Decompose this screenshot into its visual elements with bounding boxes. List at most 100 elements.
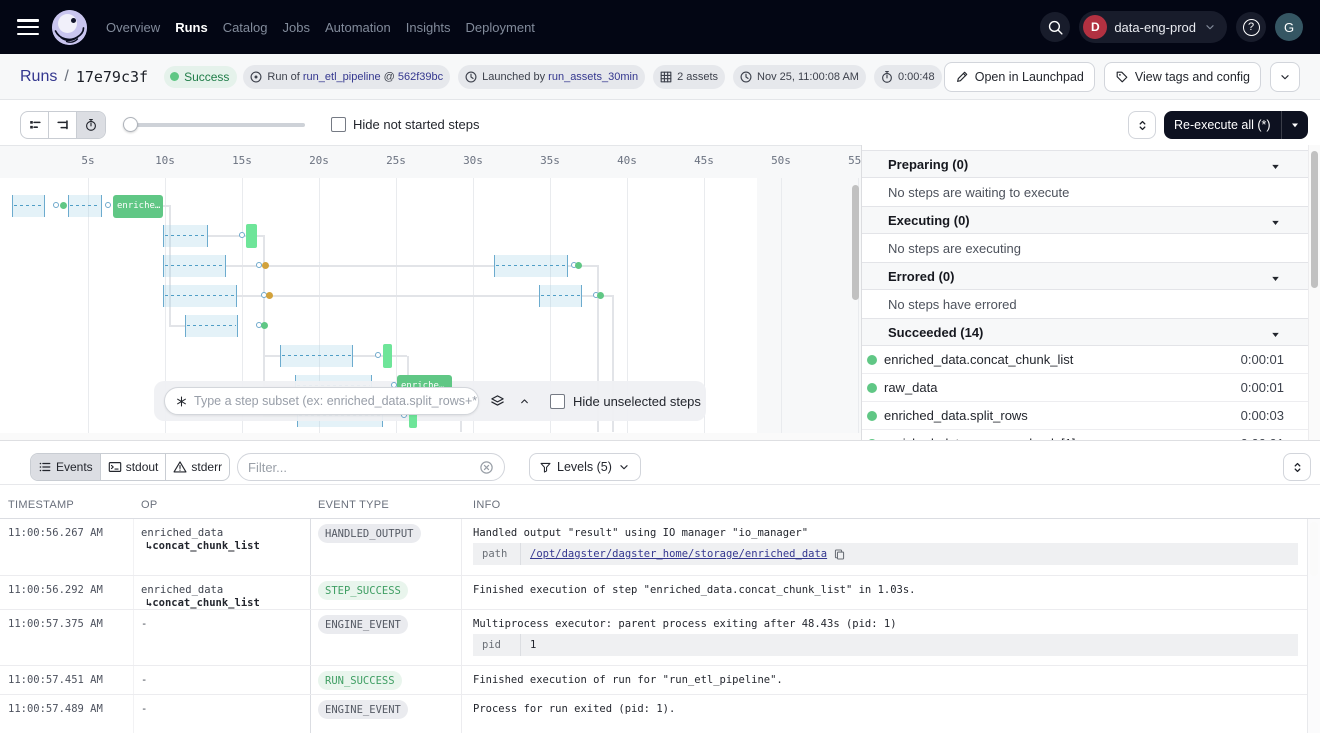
step-section-header[interactable]: Executing (0)	[862, 206, 1308, 234]
log-timestamp: 11:00:57.375 AM	[8, 618, 103, 630]
gantt-step-pending-box[interactable]	[68, 195, 102, 217]
log-scrollbar[interactable]	[1310, 522, 1318, 576]
help-button[interactable]: ?	[1236, 12, 1266, 42]
nested-list-icon	[56, 118, 70, 132]
log-row[interactable]: 11:00:56.292 AMenriched_data↳concat_chun…	[0, 576, 1320, 610]
nav-item-deployment[interactable]: Deployment	[466, 16, 535, 39]
gantt-step-pending-box[interactable]	[12, 195, 45, 217]
gantt-step-pending-box[interactable]	[163, 285, 237, 307]
gantt-time-axis: 5s10s15s20s25s30s35s40s45s50s55s	[0, 145, 862, 178]
nav-item-runs[interactable]: Runs	[175, 16, 208, 39]
gantt-scrollbar[interactable]	[852, 185, 859, 300]
step-name: raw_data	[884, 380, 937, 395]
log-tab-stderr[interactable]: stderr	[166, 454, 229, 480]
log-row[interactable]: 11:00:56.267 AMenriched_data↳concat_chun…	[0, 519, 1320, 576]
axis-tick-label: 40s	[617, 154, 637, 167]
log-info: Finished execution of run for "run_etl_p…	[473, 674, 783, 686]
nav-items: Overview Runs Catalog Jobs Automation Insight…	[106, 16, 535, 39]
workspace-avatar: D	[1083, 15, 1107, 39]
step-row[interactable]: enriched_data.split_rows0:00:03	[862, 402, 1308, 430]
nav-item-jobs[interactable]: Jobs	[283, 16, 310, 39]
gantt-view-switcher	[20, 111, 106, 139]
search-button[interactable]	[1040, 12, 1070, 42]
step-row[interactable]: enriched_data.process_chunk [1]0:00:01	[862, 430, 1308, 440]
gantt-connector-line	[169, 325, 185, 327]
log-filter-input[interactable]: Filter...	[237, 453, 505, 481]
re-execute-menu-button[interactable]	[1282, 119, 1308, 131]
gantt-step-pending-box[interactable]	[163, 255, 226, 277]
step-section-header[interactable]: Succeeded (14)	[862, 318, 1308, 346]
hide-unselected-checkbox[interactable]	[550, 394, 565, 409]
dagster-logo-icon[interactable]	[52, 10, 87, 45]
chevron-up-icon[interactable]	[518, 395, 531, 408]
log-event-type-badge: RUN_SUCCESS	[318, 671, 402, 690]
view-tags-config-button[interactable]: View tags and config	[1104, 62, 1261, 92]
log-timestamp: 11:00:57.451 AM	[8, 674, 103, 686]
breadcrumb-runs-link[interactable]: Runs	[20, 68, 57, 86]
hide-not-started-checkbox[interactable]	[331, 117, 346, 132]
re-execute-button[interactable]: Re-execute all (*)	[1164, 111, 1308, 139]
nav-item-automation[interactable]: Automation	[325, 16, 391, 39]
step-row[interactable]: raw_data0:00:01	[862, 374, 1308, 402]
tag-link[interactable]: run_etl_pipeline	[303, 71, 381, 83]
step-row[interactable]: enriched_data.concat_chunk_list0:00:01	[862, 346, 1308, 374]
step-panel-scrollbar[interactable]	[1311, 151, 1318, 288]
gantt-step-pending-box[interactable]	[494, 255, 568, 277]
gantt-step-pending-box[interactable]	[280, 345, 353, 367]
gantt-step-pending-box[interactable]	[539, 285, 582, 307]
search-icon	[1047, 19, 1064, 36]
nav-item-overview[interactable]: Overview	[106, 16, 160, 39]
gantt-step-bar[interactable]	[246, 224, 257, 248]
view-flat-button[interactable]	[21, 112, 49, 138]
log-info: Handled output "result" using IO manager…	[473, 527, 808, 539]
view-waterfall-button[interactable]	[77, 112, 105, 138]
tag-link[interactable]: run_assets_30min	[548, 71, 638, 83]
axis-tick-label: 45s	[694, 154, 714, 167]
log-op: enriched_data	[141, 584, 223, 596]
expand-collapse-button[interactable]	[1128, 111, 1156, 139]
tag-link[interactable]: 562f39bc	[398, 71, 443, 83]
run-tag: Nov 25, 11:00:08 AM	[733, 65, 866, 89]
view-nested-button[interactable]	[49, 112, 77, 138]
step-section-header[interactable]: Preparing (0)	[862, 150, 1308, 178]
gantt-step-pending-box[interactable]	[185, 315, 238, 337]
gantt-step-bar[interactable]	[383, 344, 392, 368]
log-row[interactable]: 11:00:57.451 AM-RUN_SUCCESSFinished exec…	[0, 666, 1320, 695]
gantt-step-pending-box[interactable]	[163, 225, 208, 247]
log-tab-stdout[interactable]: stdout	[101, 454, 167, 480]
step-subset-placeholder: Type a step subset (ex: enriched_data.sp…	[194, 394, 477, 408]
log-row[interactable]: 11:00:57.489 AM-ENGINE_EVENTProcess for …	[0, 695, 1320, 733]
log-event-type-badge: ENGINE_EVENT	[318, 615, 408, 634]
log-column-header: EVENT TYPE	[318, 499, 389, 511]
log-meta-value[interactable]: /opt/dagster/dagster_home/storage/enrich…	[530, 548, 827, 560]
run-tag: Launched by run_assets_30min	[458, 65, 645, 89]
status-dot-icon	[170, 72, 179, 81]
log-row[interactable]: 11:00:57.375 AM-ENGINE_EVENTMultiprocess…	[0, 610, 1320, 666]
gantt-marker-open	[105, 202, 111, 208]
nav-item-insights[interactable]: Insights	[406, 16, 451, 39]
levels-dropdown[interactable]: Levels (5)	[529, 453, 641, 481]
log-timestamp: 11:00:56.267 AM	[8, 527, 103, 539]
copy-icon[interactable]	[827, 548, 846, 561]
step-section-header[interactable]: Errored (0)	[862, 262, 1308, 290]
step-subset-input[interactable]: Type a step subset (ex: enriched_data.sp…	[164, 387, 479, 415]
user-avatar[interactable]: G	[1275, 13, 1303, 41]
open-in-launchpad-button[interactable]: Open in Launchpad	[944, 62, 1095, 92]
layers-icon[interactable]	[490, 394, 505, 409]
workspace-switcher[interactable]: D data-eng-prod	[1079, 11, 1227, 43]
zoom-slider-handle[interactable]	[123, 117, 138, 132]
gantt-step-label-box[interactable]: enriche…	[113, 195, 163, 218]
clear-filter-icon[interactable]	[479, 460, 494, 475]
gantt-marker-orange	[262, 262, 269, 269]
nav-item-catalog[interactable]: Catalog	[223, 16, 268, 39]
more-actions-button[interactable]	[1270, 62, 1300, 92]
run-tag: Run of run_etl_pipeline @ 562f39bc	[243, 65, 450, 89]
log-expand-collapse-button[interactable]	[1283, 453, 1311, 481]
menu-icon[interactable]	[17, 19, 39, 35]
hide-unselected-label: Hide unselected steps	[573, 394, 701, 409]
axis-tick-label: 35s	[540, 154, 560, 167]
run-tag: 2 assets	[653, 65, 725, 89]
gantt-gridline	[781, 178, 782, 433]
zoom-slider-track[interactable]	[128, 123, 305, 127]
log-tab-events[interactable]: Events	[31, 454, 101, 480]
